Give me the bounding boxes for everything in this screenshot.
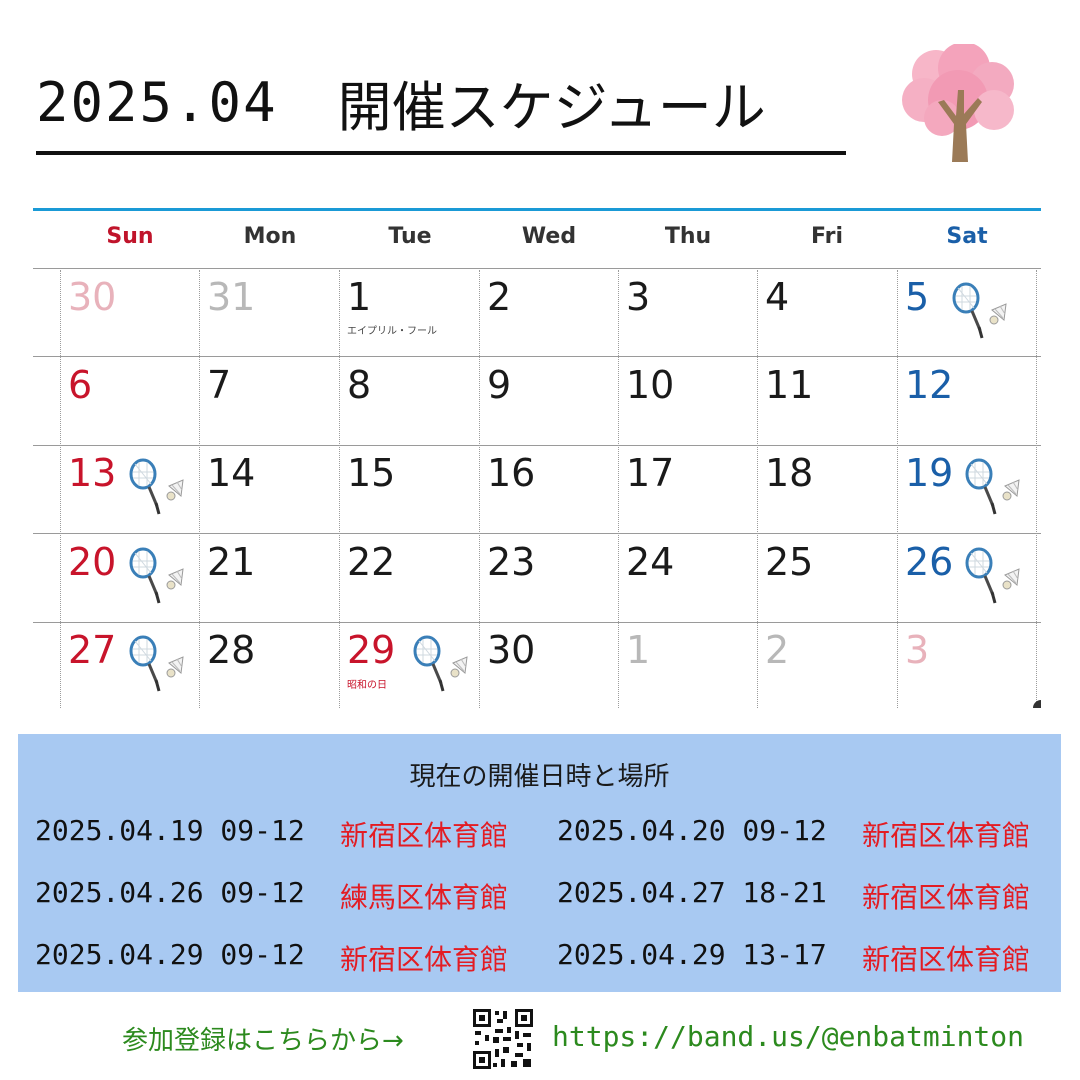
schedule-venue: 新宿区体育館 [340, 819, 509, 852]
title-underline [36, 151, 846, 155]
column-divider [479, 270, 480, 708]
register-label: 参加登録はこちらから→ [122, 1026, 404, 1056]
day-cell: 27 [68, 628, 117, 672]
day-cell: 3 [626, 275, 651, 319]
column-divider [339, 270, 340, 708]
day-cell: 21 [207, 540, 256, 584]
day-cell: 2 [765, 628, 790, 672]
schedule-venue: 新宿区体育館 [862, 819, 1031, 852]
day-cell: 3 [905, 628, 930, 672]
day-cell: 30 [68, 275, 117, 319]
column-divider [757, 270, 758, 708]
weekday-thu: Thu [664, 224, 712, 249]
day-cell: 16 [487, 451, 536, 495]
day-cell: 12 [905, 363, 954, 407]
day-cell: 30 [487, 628, 536, 672]
day-cell: 9 [487, 363, 512, 407]
band-url-link[interactable]: https://band.us/@enbatminton [552, 1020, 1024, 1053]
weekday-mon: Mon [243, 224, 297, 249]
row-divider [33, 622, 1041, 623]
column-divider [618, 270, 619, 708]
schedule-datetime: 2025.04.26 09-12 [35, 876, 305, 909]
schedule-venue: 新宿区体育館 [862, 943, 1031, 976]
day-cell: 22 [347, 540, 396, 584]
holiday-note-showa-day: 昭和の日 [347, 680, 387, 691]
year-month: 2025.04 [36, 70, 278, 134]
column-divider [1036, 270, 1037, 708]
weekday-sat: Sat [946, 224, 988, 249]
badminton-icon [965, 458, 1021, 516]
column-divider [897, 270, 898, 708]
day-cell: 19 [905, 451, 954, 495]
column-divider [60, 270, 61, 708]
day-cell: 25 [765, 540, 814, 584]
schedule-datetime: 2025.04.29 13-17 [557, 938, 827, 971]
day-cell: 15 [347, 451, 396, 495]
day-cell: 1 [347, 275, 372, 319]
day-cell: 26 [905, 540, 954, 584]
weekday-wed: Wed [521, 224, 577, 249]
schedule-datetime: 2025.04.29 09-12 [35, 938, 305, 971]
holiday-note-april-fools: エイプリル・フール [347, 326, 437, 337]
badminton-icon [952, 282, 1008, 340]
day-cell: 23 [487, 540, 536, 584]
day-cell: 8 [347, 363, 372, 407]
schedule-venue: 新宿区体育館 [340, 943, 509, 976]
badminton-icon [965, 547, 1021, 605]
badminton-icon [129, 547, 185, 605]
day-cell: 20 [68, 540, 117, 584]
schedule-datetime: 2025.04.20 09-12 [557, 814, 827, 847]
schedule-venue: 練馬区体育館 [340, 881, 509, 914]
badminton-icon [413, 635, 469, 693]
badminton-icon [129, 635, 185, 693]
day-cell: 6 [68, 363, 93, 407]
weekday-sun: Sun [106, 224, 154, 249]
day-cell: 7 [207, 363, 232, 407]
schedule-datetime: 2025.04.19 09-12 [35, 814, 305, 847]
day-cell: 28 [207, 628, 256, 672]
day-cell: 11 [765, 363, 814, 407]
column-divider [199, 270, 200, 708]
qr-code-icon[interactable] [471, 1007, 535, 1071]
schedule-panel: 現在の開催日時と場所 2025.04.19 09-12 新宿区体育館 2025.… [18, 734, 1061, 992]
page-title: 2025.04 開催スケジュール [36, 62, 766, 142]
day-cell: 18 [765, 451, 814, 495]
row-divider [33, 533, 1041, 534]
corner-mark [1033, 700, 1041, 708]
calendar-top-rule [33, 208, 1041, 211]
day-cell: 10 [626, 363, 675, 407]
day-cell: 29 [347, 628, 396, 672]
weekday-tue: Tue [388, 224, 432, 249]
day-cell: 2 [487, 275, 512, 319]
badminton-icon [129, 458, 185, 516]
row-divider [33, 356, 1041, 357]
schedule-title: 開催スケジュール [337, 75, 766, 139]
day-cell: 1 [626, 628, 651, 672]
cherry-blossom-tree-icon [902, 44, 1014, 162]
day-cell: 4 [765, 275, 790, 319]
day-cell: 14 [207, 451, 256, 495]
row-divider [33, 445, 1041, 446]
day-cell: 31 [207, 275, 256, 319]
day-cell: 17 [626, 451, 675, 495]
day-cell: 5 [905, 275, 930, 319]
day-cell: 13 [68, 451, 117, 495]
schedule-venue: 新宿区体育館 [862, 881, 1031, 914]
day-cell: 24 [626, 540, 675, 584]
calendar: Sun Mon Tue Wed Thu Fri Sat 30 31 1 エイプリ… [33, 208, 1041, 708]
schedule-heading: 現在の開催日時と場所 [409, 762, 670, 792]
weekday-fri: Fri [810, 224, 843, 249]
schedule-datetime: 2025.04.27 18-21 [557, 876, 827, 909]
row-divider [33, 268, 1041, 269]
